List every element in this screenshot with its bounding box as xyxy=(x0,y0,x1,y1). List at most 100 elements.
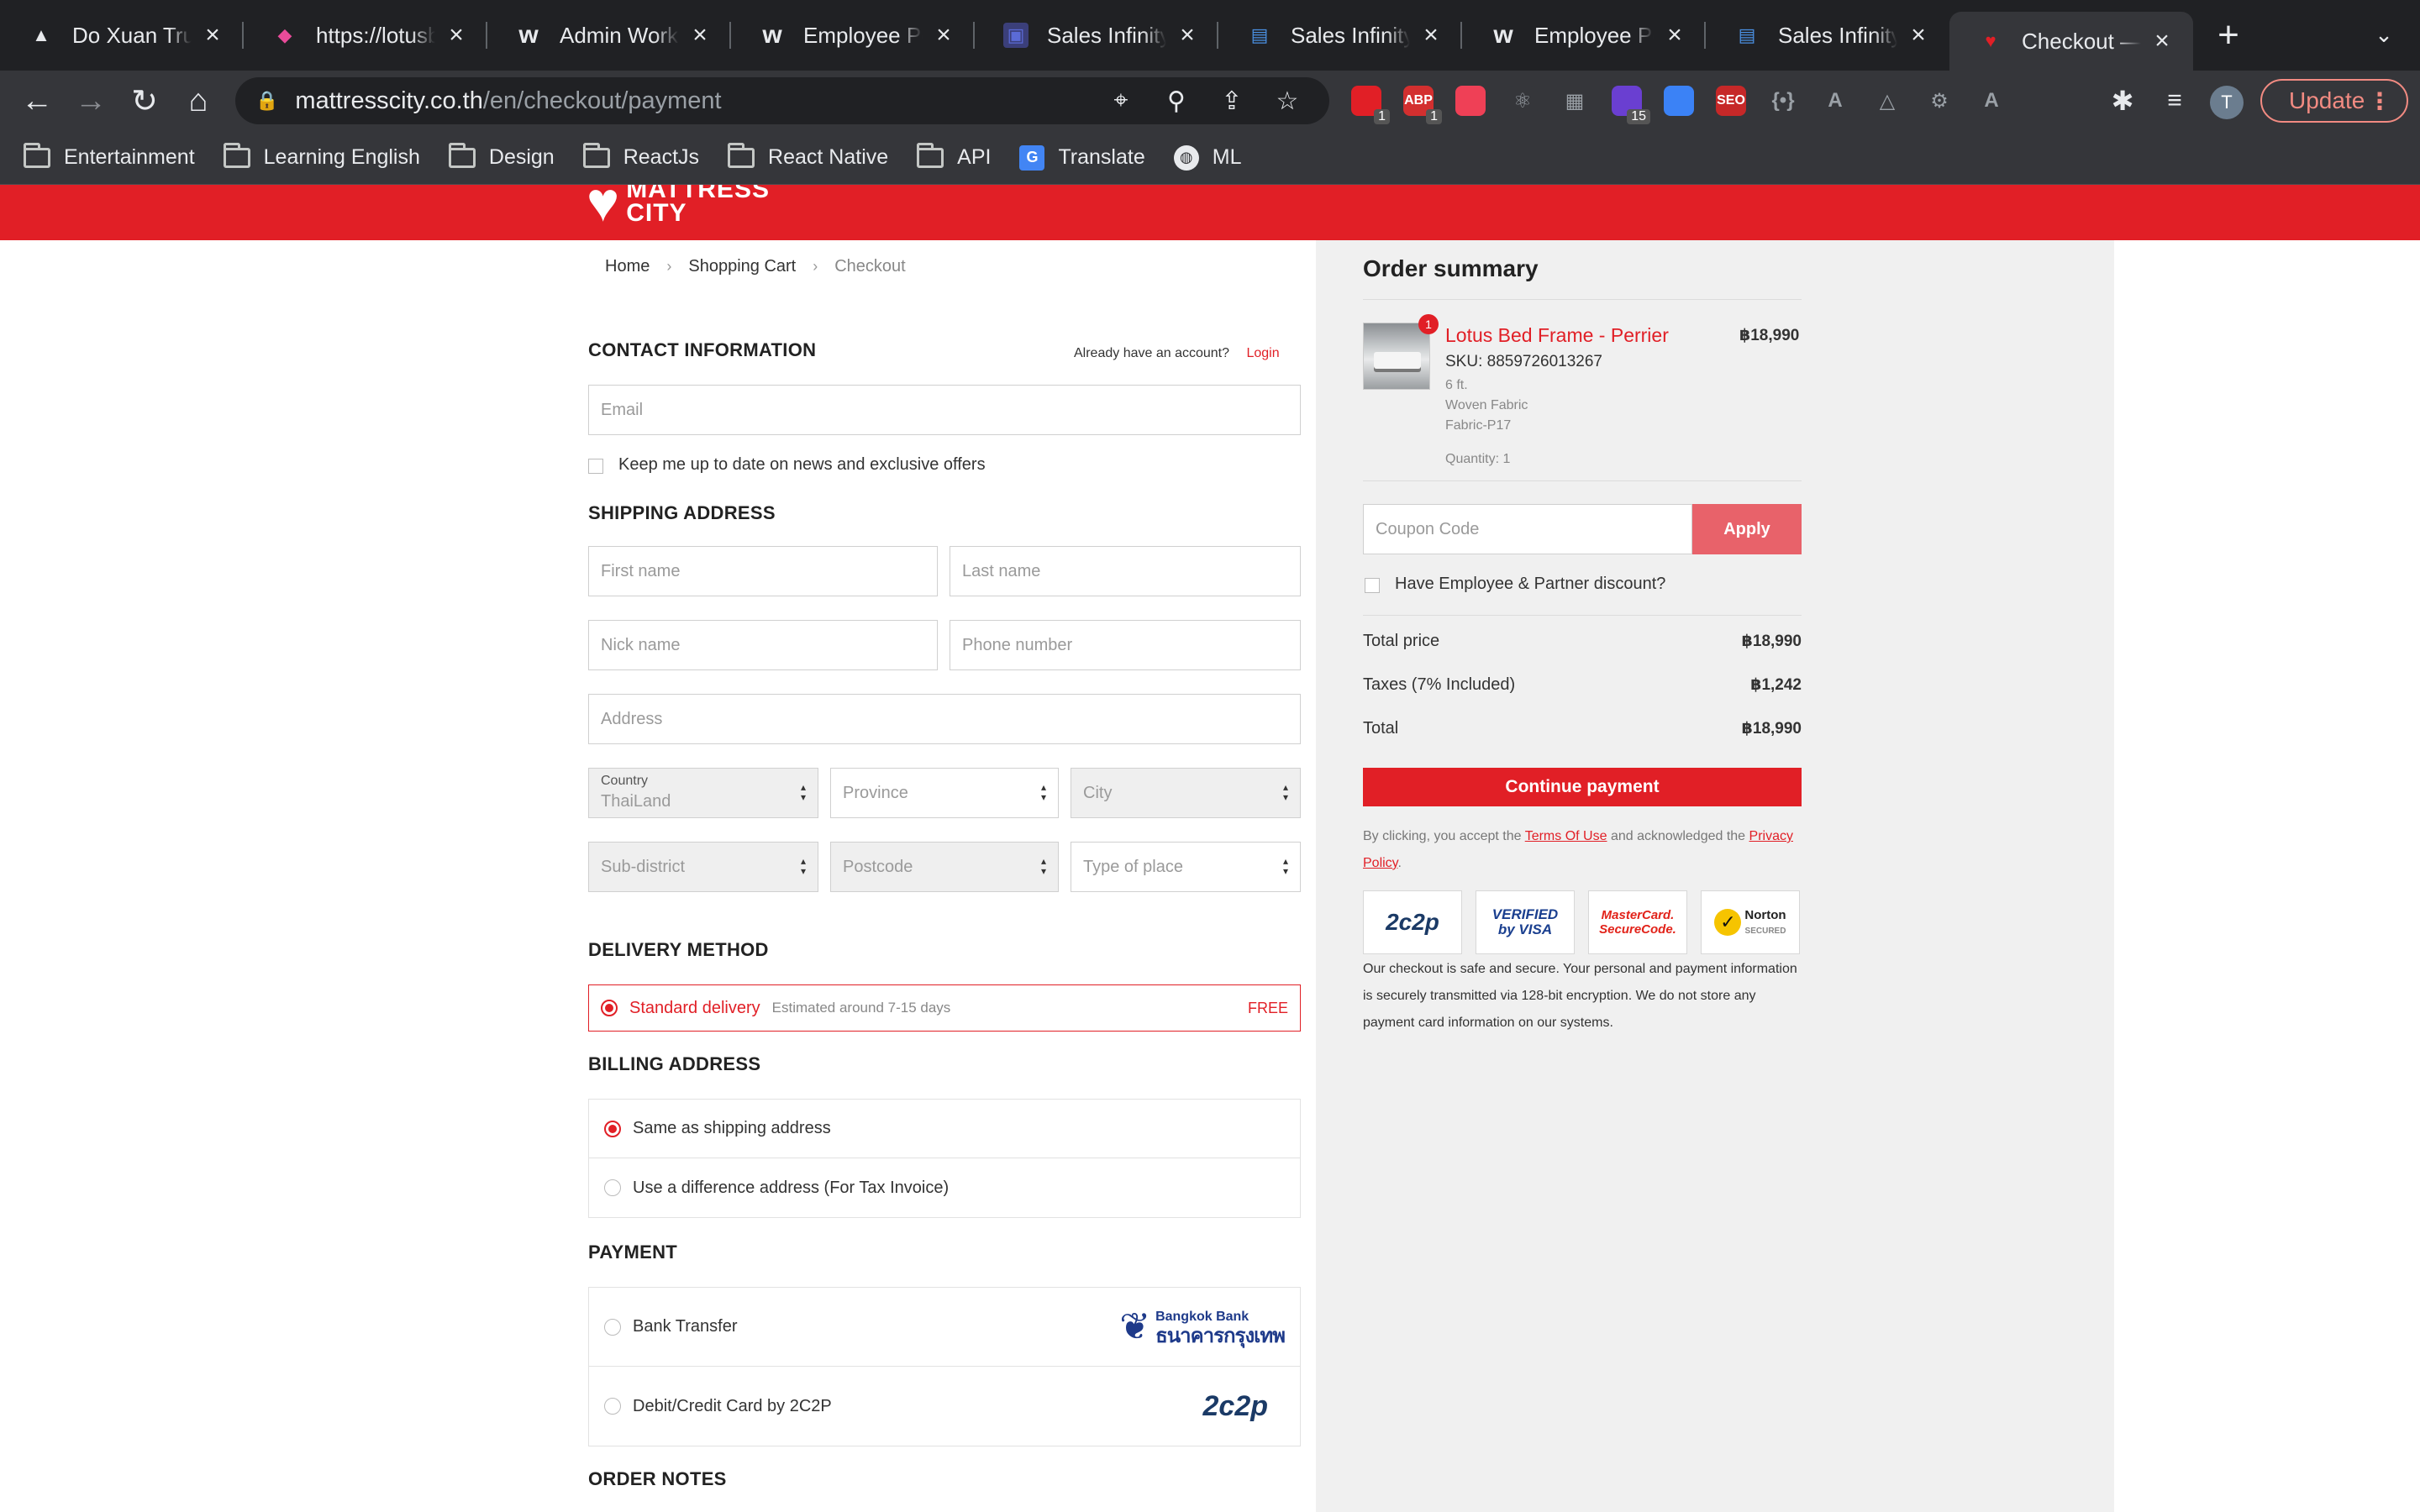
order-summary-title: Order summary xyxy=(1363,255,1539,281)
triangle-icon[interactable]: △ xyxy=(1865,79,1909,123)
zoom-icon[interactable]: ⚲ xyxy=(1155,79,1198,123)
update-button[interactable]: Update ⋮ xyxy=(2260,79,2408,123)
bookmark-label: ReactJs xyxy=(623,145,700,169)
bookmark-label: Design xyxy=(488,145,555,169)
seo-icon[interactable]: SEO xyxy=(1709,79,1753,123)
bookmark-item[interactable]: Learning English xyxy=(223,142,420,170)
browser-tab[interactable]: ▣ Sales Infinity × xyxy=(975,0,1218,71)
badge-2c2p: 2c2p xyxy=(1363,890,1462,954)
home-icon[interactable]: ⌂ xyxy=(171,74,225,128)
new-tab-icon[interactable]: + xyxy=(2193,0,2264,71)
delivery-option-standard[interactable]: Standard delivery Estimated around 7-15 … xyxy=(588,984,1301,1032)
postcode-select[interactable]: Postcode ▴ ▾ xyxy=(830,842,1059,892)
qr-code-icon[interactable]: ▦ xyxy=(1553,79,1597,123)
address-bar[interactable]: 🔒 mattresscity.co.th/en/checkout/payment… xyxy=(235,77,1329,124)
billing-same-radio[interactable] xyxy=(604,1120,621,1137)
reload-icon[interactable]: ↻ xyxy=(118,74,171,128)
browser-tab[interactable]: ▲ Do Xuan Trung × xyxy=(0,0,244,71)
delivery-radio[interactable] xyxy=(601,1000,618,1016)
extension-purple-icon[interactable]: 15 xyxy=(1605,79,1650,124)
forward-icon[interactable]: → xyxy=(64,74,118,128)
reading-list-icon[interactable]: ≡ xyxy=(2148,74,2202,128)
browser-tab[interactable]: w Employee Port × xyxy=(731,0,975,71)
close-tab-icon[interactable]: × xyxy=(1175,21,1200,49)
location-icon[interactable]: ⌖ xyxy=(1099,79,1143,123)
bookmark-item[interactable]: Entertainment xyxy=(24,142,195,170)
bookmark-item[interactable]: ◍ ML xyxy=(1173,144,1241,171)
newsletter-checkbox[interactable] xyxy=(588,459,603,474)
close-tab-icon[interactable]: × xyxy=(444,21,469,49)
share-icon[interactable]: ⇪ xyxy=(1210,79,1254,123)
browser-tab[interactable]: w Admin Work In × xyxy=(487,0,731,71)
breadcrumb-cart[interactable]: Shopping Cart xyxy=(688,257,796,276)
bookmark-item[interactable]: React Native xyxy=(728,142,888,170)
site-logo[interactable]: ♥ MATTRESS CITY xyxy=(587,185,770,229)
tab-search-icon[interactable]: ⌄ xyxy=(2371,22,2396,47)
delivery-title: DELIVERY METHOD xyxy=(588,939,769,960)
browser-tab[interactable]: ▤ Sales Infinity × xyxy=(1218,0,1462,71)
drive-icon: ▲ xyxy=(32,24,50,45)
card-radio[interactable] xyxy=(604,1398,621,1415)
first-name-field[interactable]: First name xyxy=(588,546,938,596)
gear-box-icon[interactable]: ⚙ xyxy=(1918,79,1961,123)
employee-discount-checkbox[interactable] xyxy=(1365,578,1380,593)
bookmark-item[interactable]: ReactJs xyxy=(582,142,700,170)
mail-icon[interactable] xyxy=(1657,79,1701,123)
close-tab-icon[interactable]: × xyxy=(200,21,225,49)
a-outline-icon[interactable]: A xyxy=(1970,79,2013,123)
payment-option-card[interactable]: Debit/Credit Card by 2C2P 2c2p xyxy=(589,1367,1300,1446)
extension-shield-icon[interactable]: 1 xyxy=(1344,79,1390,124)
bookmark-item[interactable]: API xyxy=(917,142,991,170)
profile-avatar[interactable]: T xyxy=(2210,86,2244,119)
product-thumbnail[interactable] xyxy=(1363,323,1430,390)
login-link[interactable]: Login xyxy=(1246,346,1279,360)
back-icon[interactable]: ← xyxy=(10,74,64,128)
bank-transfer-radio[interactable] xyxy=(604,1318,621,1336)
nick-name-placeholder: Nick name xyxy=(601,635,681,654)
browser-tab[interactable]: w Employee Port × xyxy=(1462,0,1706,71)
bookmark-item[interactable]: Design xyxy=(448,142,555,170)
billing-different-radio[interactable] xyxy=(604,1179,621,1196)
close-tab-icon[interactable]: × xyxy=(1418,21,1444,49)
a-circle-icon[interactable]: A xyxy=(1813,79,1857,123)
country-select[interactable]: Country ThaiLand ▴ ▾ xyxy=(588,768,818,818)
close-tab-icon[interactable]: × xyxy=(687,21,713,49)
product-name[interactable]: Lotus Bed Frame - Perrier xyxy=(1445,324,1669,347)
billing-option-same[interactable]: Same as shipping address xyxy=(589,1100,1300,1158)
browser-tab[interactable]: ♥ Checkout — M × xyxy=(1949,12,2193,71)
terms-link[interactable]: Terms Of Use xyxy=(1525,829,1607,843)
browser-tab[interactable]: ▤ Sales Infinity × xyxy=(1706,0,1949,71)
close-tab-icon[interactable]: × xyxy=(2149,27,2175,55)
puzzle-icon[interactable]: ✱ xyxy=(2096,74,2149,128)
close-tab-icon[interactable]: × xyxy=(1906,21,1931,49)
phone-field[interactable]: Phone number xyxy=(950,620,1301,670)
norton-text: Norton xyxy=(1744,908,1786,922)
react-devtools-icon[interactable]: ⚛ xyxy=(1501,79,1544,123)
coupon-input[interactable]: Coupon Code xyxy=(1363,504,1692,554)
billing-option-different[interactable]: Use a difference address (For Tax Invoic… xyxy=(589,1158,1300,1217)
continue-payment-button[interactable]: Continue payment xyxy=(1363,768,1802,806)
url-text[interactable]: mattresscity.co.th/en/checkout/payment xyxy=(295,87,1087,115)
close-tab-icon[interactable]: × xyxy=(1662,21,1687,49)
last-name-field[interactable]: Last name xyxy=(950,546,1301,596)
bookmark-star-icon[interactable]: ☆ xyxy=(1265,79,1309,123)
address-field[interactable]: Address xyxy=(588,694,1301,744)
nick-name-field[interactable]: Nick name xyxy=(588,620,938,670)
json-icon[interactable]: {•} xyxy=(1761,79,1805,123)
sheet-icon: ▤ xyxy=(1250,24,1269,45)
adblock-icon[interactable]: ABP 1 xyxy=(1397,79,1442,124)
folder-icon xyxy=(917,142,944,168)
email-field[interactable]: Email xyxy=(588,385,1301,435)
city-select[interactable]: City ▴ ▾ xyxy=(1071,768,1301,818)
province-select[interactable]: Province ▴ ▾ xyxy=(830,768,1059,818)
close-tab-icon[interactable]: × xyxy=(931,21,956,49)
sub-district-select[interactable]: Sub-district ▴ ▾ xyxy=(588,842,818,892)
bookmark-item[interactable]: G Translate xyxy=(1019,144,1145,171)
type-of-place-select[interactable]: Type of place ▴ ▾ xyxy=(1071,842,1301,892)
browser-tab[interactable]: ◆ https://lotusbe × xyxy=(244,0,487,71)
apply-coupon-button[interactable]: Apply xyxy=(1692,504,1802,554)
pocket-icon[interactable] xyxy=(1449,79,1492,123)
breadcrumb-home[interactable]: Home xyxy=(605,257,650,276)
payment-option-bank-transfer[interactable]: Bank Transfer ❦ Bangkok Bank ธนาคารกรุงเท… xyxy=(589,1288,1300,1367)
more-menu-icon[interactable]: ⋮ xyxy=(2368,87,2391,115)
